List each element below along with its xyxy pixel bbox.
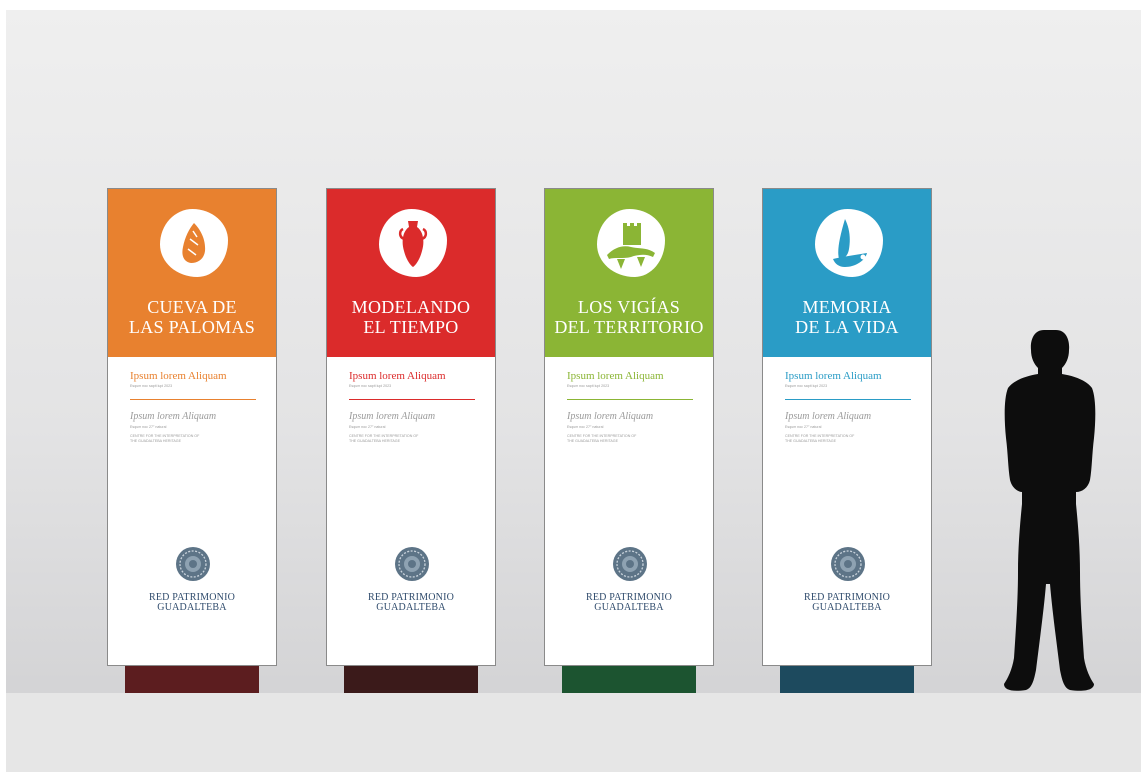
panel-header: LOS VIGÍAS DEL TERRITORIO [545, 189, 713, 357]
panel-header: MODELANDO EL TIEMPO [327, 189, 495, 357]
totem-panel-1: CUEVA DE LAS PALOMAS Ipsum lorem Aliquam… [107, 188, 277, 666]
subtitle-detail: Esqum noc sapit lupi 2023 [349, 384, 392, 388]
panel-title: MODELANDO EL TIEMPO [351, 297, 471, 337]
caption-line-1: CENTRE FOR THE INTERPRETATION OF [785, 434, 855, 438]
second-detail: Esqum noc 27° natural [349, 425, 386, 429]
floor [6, 693, 1141, 772]
panel-header: CUEVA DE LAS PALOMAS [108, 189, 276, 357]
divider [785, 399, 911, 400]
org-name: RED PATRIMONIO GUADALTEBA [585, 592, 673, 613]
panel-title: MEMORIA DE LA VIDA [795, 297, 899, 337]
second-detail: Esqum noc 27° natural [130, 425, 167, 429]
org-name: RED PATRIMONIO GUADALTEBA [148, 592, 236, 613]
amphora-icon [379, 209, 447, 277]
second-detail: Esqum noc 27° natural [567, 425, 604, 429]
caption-line-2: THE GUADALTEBA HERITAGE [785, 439, 836, 443]
seal-icon [176, 547, 210, 581]
second-title: Ipsum lorem Aliquam [349, 411, 436, 422]
exhibition-scene: CUEVA DE LAS PALOMAS Ipsum lorem Aliquam… [6, 10, 1141, 772]
person-silhouette [1004, 330, 1096, 691]
seal-icon [395, 547, 429, 581]
panel-subtitle: Ipsum lorem Aliquam [567, 370, 664, 382]
second-title: Ipsum lorem Aliquam [567, 411, 654, 422]
second-detail: Esqum noc 27° natural [785, 425, 822, 429]
subtitle-detail: Esqum noc sapit lupi 2023 [785, 384, 828, 388]
panel-title: LOS VIGÍAS DEL TERRITORIO [554, 297, 704, 337]
totem-panel-3: LOS VIGÍAS DEL TERRITORIO Ipsum lorem Al… [544, 188, 714, 666]
divider [130, 399, 256, 400]
vessel-icon [815, 209, 883, 277]
caption-line-2: THE GUADALTEBA HERITAGE [567, 439, 618, 443]
subtitle-detail: Esqum noc sapit lupi 2023 [567, 384, 610, 388]
caption-line-1: CENTRE FOR THE INTERPRETATION OF [567, 434, 637, 438]
panel-title: CUEVA DE LAS PALOMAS [128, 297, 256, 337]
seal-icon [831, 547, 865, 581]
totem-base-1 [125, 666, 259, 693]
subtitle-detail: Esqum noc sapit lupi 2023 [130, 384, 173, 388]
totem-base-4 [780, 666, 914, 693]
totem-base-2 [344, 666, 478, 693]
panel-subtitle: Ipsum lorem Aliquam [130, 370, 227, 382]
seal-icon [613, 547, 647, 581]
org-name: RED PATRIMONIO GUADALTEBA [367, 592, 455, 613]
panel-header: MEMORIA DE LA VIDA [763, 189, 931, 357]
org-name: RED PATRIMONIO GUADALTEBA [803, 592, 891, 613]
totem-panel-2: MODELANDO EL TIEMPO Ipsum lorem Aliquam … [326, 188, 496, 666]
totem-panel-4: MEMORIA DE LA VIDA Ipsum lorem Aliquam E… [762, 188, 932, 666]
caption-line-1: CENTRE FOR THE INTERPRETATION OF [130, 434, 200, 438]
second-title: Ipsum lorem Aliquam [785, 411, 872, 422]
second-title: Ipsum lorem Aliquam [130, 411, 217, 422]
arrowhead-icon [160, 209, 228, 277]
caption-line-1: CENTRE FOR THE INTERPRETATION OF [349, 434, 419, 438]
castle-icon [597, 209, 665, 277]
caption-line-2: THE GUADALTEBA HERITAGE [130, 439, 181, 443]
panel-subtitle: Ipsum lorem Aliquam [785, 370, 882, 382]
totem-base-3 [562, 666, 696, 693]
divider [567, 399, 693, 400]
panel-subtitle: Ipsum lorem Aliquam [349, 370, 446, 382]
caption-line-2: THE GUADALTEBA HERITAGE [349, 439, 400, 443]
divider [349, 399, 475, 400]
